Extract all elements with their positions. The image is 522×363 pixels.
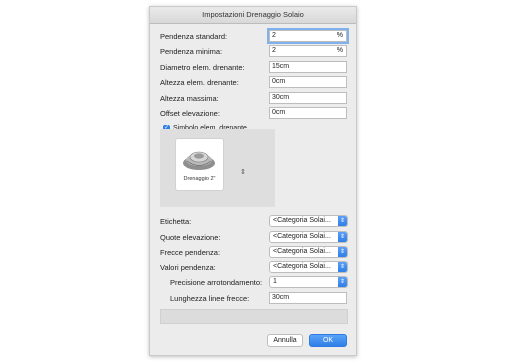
slope-arrows-class-value: <Categoria Solai... (273, 248, 331, 255)
label-tag: Etichetta: (160, 217, 192, 226)
status-bar (160, 309, 348, 324)
label-min-slope: Pendenza minima: (160, 47, 223, 56)
tag-class-value: <Categoria Solai... (273, 217, 331, 224)
standard-slope-value: 2 (272, 32, 276, 39)
rounding-precision-select[interactable]: 1 ⇕ (269, 276, 348, 288)
ok-button[interactable]: OK (309, 334, 347, 347)
symbol-preview-panel: Drenaggio 2" ⇕ (160, 129, 275, 207)
arrow-line-length-field[interactable]: 30cm (269, 292, 347, 304)
drain-symbol-icon (183, 151, 215, 170)
label-slope-values: Valori pendenza: (160, 263, 216, 272)
chevron-updown-icon: ⇕ (338, 232, 347, 242)
label-max-height: Altezza massima: (160, 94, 219, 103)
label-drain-diameter: Diametro elem. drenante: (160, 63, 245, 72)
min-slope-field[interactable]: 2 % (269, 45, 347, 57)
max-height-value: 30cm (272, 94, 290, 101)
tag-class-select[interactable]: <Categoria Solai... ⇕ (269, 215, 348, 227)
slope-values-class-select[interactable]: <Categoria Solai... ⇕ (269, 261, 348, 273)
label-drain-height: Altezza elem. drenante: (160, 78, 239, 87)
chevron-updown-icon: ⇕ (338, 247, 347, 257)
chevron-updown-icon: ⇕ (338, 216, 347, 226)
settings-dialog: Impostazioni Drenaggio Solaio Pendenza s… (149, 6, 357, 356)
rounding-precision-value: 1 (273, 278, 277, 285)
drain-diameter-field[interactable]: 15cm (269, 61, 347, 73)
min-slope-unit: % (336, 47, 343, 54)
symbol-tile[interactable]: Drenaggio 2" ⇕ (175, 138, 246, 191)
chevron-updown-icon: ⇕ (338, 277, 347, 287)
slope-values-class-value: <Categoria Solai... (273, 263, 331, 270)
elevation-dims-class-value: <Categoria Solai... (273, 233, 331, 240)
label-slope-arrows: Frecce pendenza: (160, 248, 221, 257)
chevron-updown-icon: ⇕ (338, 262, 347, 272)
label-rounding-precision: Precisione arrotondamento: (170, 278, 263, 287)
elevation-offset-value: 0cm (272, 109, 286, 116)
max-height-field[interactable]: 30cm (269, 92, 347, 104)
label-arrow-line-length: Lunghezza linee frecce: (170, 294, 250, 303)
arrow-line-length-value: 30cm (272, 294, 290, 301)
standard-slope-field[interactable]: 2 % (267, 28, 349, 44)
label-elevation-dims: Quote elevazione: (160, 233, 221, 242)
elevation-offset-field[interactable]: 0cm (269, 107, 347, 119)
cancel-button[interactable]: Annulla (267, 334, 303, 347)
drain-height-field[interactable]: 0cm (269, 76, 347, 88)
symbol-stepper-icon[interactable]: ⇕ (240, 168, 246, 176)
min-slope-value: 2 (272, 47, 276, 54)
dialog-title: Impostazioni Drenaggio Solaio (150, 7, 356, 24)
drain-diameter-value: 15cm (272, 63, 290, 70)
standard-slope-unit: % (336, 32, 343, 39)
slope-arrows-class-select[interactable]: <Categoria Solai... ⇕ (269, 246, 348, 258)
symbol-caption: Drenaggio 2" (183, 176, 216, 182)
drain-height-value: 0cm (272, 78, 286, 85)
label-standard-slope: Pendenza standard: (160, 32, 228, 41)
label-elevation-offset: Offset elevazione: (160, 109, 220, 118)
elevation-dims-class-select[interactable]: <Categoria Solai... ⇕ (269, 231, 348, 243)
